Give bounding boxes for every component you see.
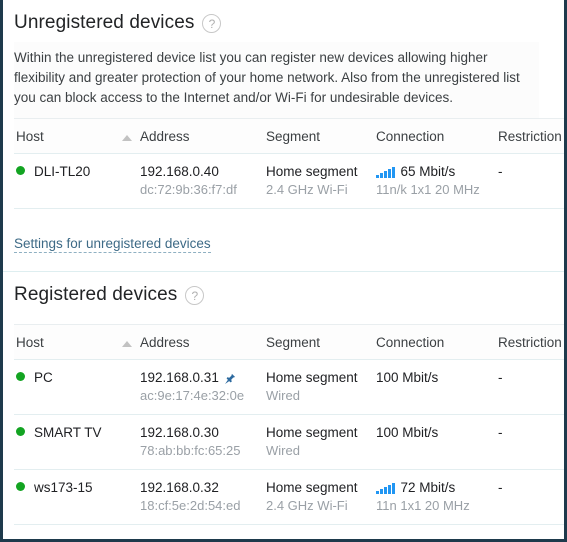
host-name: DLI-TL20 bbox=[34, 164, 91, 179]
cell-host: SMART TV bbox=[14, 414, 140, 470]
column-header-connection[interactable]: Connection bbox=[376, 118, 498, 154]
connection-speed: 72 Mbit/s bbox=[400, 480, 456, 495]
cell-address: 192.168.0.30 78:ab:bb:fc:65:25 bbox=[140, 414, 266, 470]
column-header-host-label: Host bbox=[16, 129, 44, 144]
cell-restriction: - bbox=[498, 414, 564, 470]
column-header-address[interactable]: Address bbox=[140, 118, 266, 154]
host-name: ws173-15 bbox=[34, 480, 93, 495]
registered-section-title: Registered devices bbox=[14, 284, 178, 305]
table-row[interactable]: DLI-TL20 192.168.0.40 dc:72:9b:36:f7:df … bbox=[14, 153, 564, 209]
segment-type: 2.4 GHz Wi-Fi bbox=[266, 182, 348, 197]
unregistered-description: Within the unregistered device list you … bbox=[14, 42, 539, 118]
host-name: SMART TV bbox=[34, 425, 102, 440]
mac-address: 18:cf:5e:2d:54:ed bbox=[140, 498, 241, 513]
signal-strength-icon bbox=[376, 482, 395, 494]
segment-type: Wired bbox=[266, 388, 300, 403]
registered-devices-section: Registered devices ? Host Address Segmen… bbox=[3, 272, 564, 525]
cell-address: 192.168.0.31 ac:9e:17:4e:32:0e bbox=[140, 359, 266, 415]
ip-address: 192.168.0.30 bbox=[140, 425, 219, 440]
unregistered-settings-link-row: Settings for unregistered devices bbox=[14, 209, 553, 271]
column-header-connection[interactable]: Connection bbox=[376, 324, 498, 360]
segment-type: 2.4 GHz Wi-Fi bbox=[266, 498, 348, 513]
segment-name: Home segment bbox=[266, 480, 358, 495]
status-online-icon bbox=[16, 166, 25, 175]
status-online-icon bbox=[16, 372, 25, 381]
cell-address: 192.168.0.40 dc:72:9b:36:f7:df bbox=[140, 153, 266, 209]
unregistered-section-header: Unregistered devices ? bbox=[14, 0, 553, 42]
table-row[interactable]: ws173-15 192.168.0.32 18:cf:5e:2d:54:ed … bbox=[14, 469, 564, 525]
segment-type: Wired bbox=[266, 443, 300, 458]
cell-segment: Home segment Wired bbox=[266, 359, 376, 415]
column-header-address[interactable]: Address bbox=[140, 324, 266, 360]
table-header-row: Host Address Segment Connection Restrict… bbox=[14, 324, 564, 360]
unregistered-table-head: Host Address Segment Connection Restrict… bbox=[14, 118, 564, 154]
column-header-segment[interactable]: Segment bbox=[266, 324, 376, 360]
question-mark-circle-icon[interactable]: ? bbox=[185, 285, 205, 305]
cell-segment: Home segment Wired bbox=[266, 414, 376, 470]
cell-connection: 65 Mbit/s 11n/k 1x1 20 MHz bbox=[376, 153, 498, 209]
cell-host: PC bbox=[14, 359, 140, 415]
cell-segment: Home segment 2.4 GHz Wi-Fi bbox=[266, 469, 376, 525]
unregistered-devices-table: Host Address Segment Connection Restrict… bbox=[14, 118, 564, 209]
cell-segment: Home segment 2.4 GHz Wi-Fi bbox=[266, 153, 376, 209]
registered-table-head: Host Address Segment Connection Restrict… bbox=[14, 324, 564, 360]
ip-address: 192.168.0.32 bbox=[140, 480, 219, 495]
column-header-host[interactable]: Host bbox=[14, 324, 140, 360]
mac-address: 78:ab:bb:fc:65:25 bbox=[140, 443, 241, 458]
sort-ascending-icon[interactable] bbox=[122, 135, 132, 141]
ip-address: 192.168.0.31 bbox=[140, 370, 219, 385]
segment-name: Home segment bbox=[266, 164, 358, 179]
ip-address: 192.168.0.40 bbox=[140, 164, 219, 179]
page-title: Unregistered devices bbox=[14, 12, 195, 33]
mac-address: ac:9e:17:4e:32:0e bbox=[140, 388, 245, 403]
question-mark-circle-icon[interactable]: ? bbox=[202, 13, 222, 33]
cell-address: 192.168.0.32 18:cf:5e:2d:54:ed bbox=[140, 469, 266, 525]
table-row[interactable]: PC 192.168.0.31 ac:9e:17:4e:32:0e Home s… bbox=[14, 359, 564, 415]
cell-restriction: - bbox=[498, 153, 564, 209]
cell-restriction: - bbox=[498, 469, 564, 525]
mac-address: dc:72:9b:36:f7:df bbox=[140, 182, 237, 197]
status-online-icon bbox=[16, 482, 25, 491]
column-header-host-label: Host bbox=[16, 335, 44, 350]
sort-ascending-icon[interactable] bbox=[122, 341, 132, 347]
connection-speed: 100 Mbit/s bbox=[376, 370, 439, 385]
segment-name: Home segment bbox=[266, 425, 358, 440]
cell-connection: 72 Mbit/s 11n 1x1 20 MHz bbox=[376, 469, 498, 525]
status-online-icon bbox=[16, 427, 25, 436]
cell-connection: 100 Mbit/s bbox=[376, 414, 498, 470]
signal-strength-icon bbox=[376, 166, 395, 178]
connection-speed: 65 Mbit/s bbox=[400, 164, 456, 179]
connection-speed: 100 Mbit/s bbox=[376, 425, 439, 440]
cell-host: ws173-15 bbox=[14, 469, 140, 525]
table-row[interactable]: SMART TV 192.168.0.30 78:ab:bb:fc:65:25 … bbox=[14, 414, 564, 470]
registered-section-header: Registered devices ? bbox=[14, 272, 553, 314]
cell-connection: 100 Mbit/s bbox=[376, 359, 498, 415]
unregistered-table-body: DLI-TL20 192.168.0.40 dc:72:9b:36:f7:df … bbox=[14, 153, 564, 209]
column-header-host[interactable]: Host bbox=[14, 118, 140, 154]
connection-details: 11n 1x1 20 MHz bbox=[376, 498, 470, 513]
registered-table-body: PC 192.168.0.31 ac:9e:17:4e:32:0e Home s… bbox=[14, 359, 564, 525]
cell-restriction: - bbox=[498, 359, 564, 415]
device-list-panel: Unregistered devices ? Within the unregi… bbox=[0, 0, 567, 542]
column-header-segment[interactable]: Segment bbox=[266, 118, 376, 154]
connection-details: 11n/k 1x1 20 MHz bbox=[376, 182, 480, 197]
settings-for-unregistered-devices-link[interactable]: Settings for unregistered devices bbox=[14, 236, 211, 253]
column-header-restriction[interactable]: Restriction bbox=[498, 324, 564, 360]
table-header-row: Host Address Segment Connection Restrict… bbox=[14, 118, 564, 154]
column-header-restriction[interactable]: Restriction bbox=[498, 118, 564, 154]
registered-devices-table: Host Address Segment Connection Restrict… bbox=[14, 324, 564, 525]
host-name: PC bbox=[34, 370, 53, 385]
segment-name: Home segment bbox=[266, 370, 358, 385]
unregistered-devices-section: Unregistered devices ? Within the unregi… bbox=[3, 0, 564, 271]
pin-icon[interactable] bbox=[224, 372, 236, 384]
cell-host: DLI-TL20 bbox=[14, 153, 140, 209]
